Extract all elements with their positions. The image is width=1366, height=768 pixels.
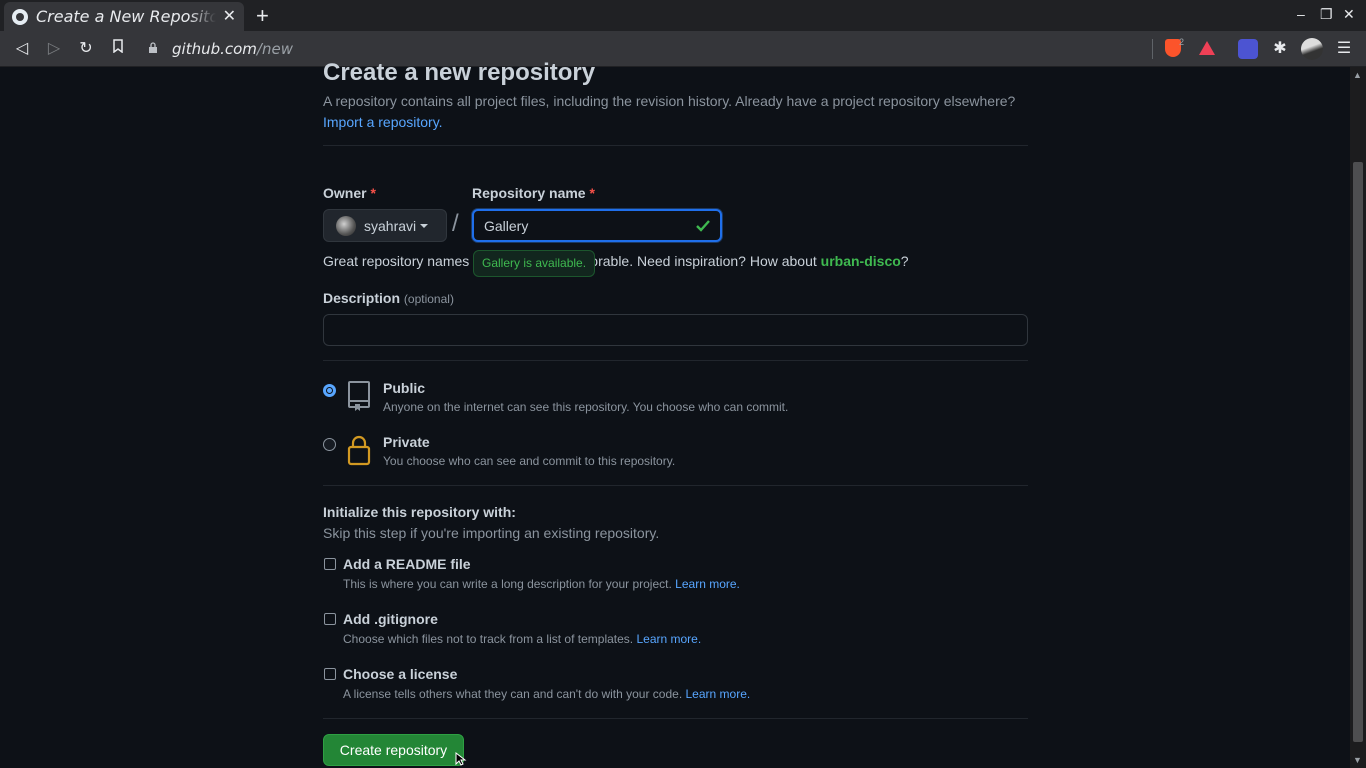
owner-name: syahravi [364, 217, 417, 234]
new-tab-icon[interactable]: + [256, 3, 269, 29]
forward-icon[interactable]: ▷ [43, 38, 65, 60]
public-title: Public [383, 380, 426, 396]
divider [323, 718, 1028, 719]
browser-tab-bar: Create a New Repository ✕ + – ❐ ✕ [0, 0, 1366, 31]
page-scrollbar[interactable]: ▲ ▼ [1350, 67, 1366, 768]
github-icon [12, 8, 28, 25]
scroll-up-icon[interactable]: ▲ [1353, 70, 1362, 80]
bookmark-icon[interactable] [107, 38, 129, 60]
public-description: Anyone on the internet can see this repo… [383, 400, 789, 414]
scrollbar-thumb[interactable] [1353, 162, 1363, 742]
minimize-icon[interactable]: – [1297, 6, 1305, 22]
repository-name-input[interactable]: Gallery [472, 209, 722, 242]
divider [323, 145, 1028, 146]
repository-name-value: Gallery [484, 217, 529, 234]
lock-icon [347, 435, 371, 466]
mouse-cursor-icon [455, 752, 467, 766]
extension-icon[interactable] [1238, 39, 1258, 59]
repository-name-hint: Great repository names orable. Need inspi… [323, 253, 909, 269]
page-title: Create a new repository [323, 59, 596, 86]
lock-icon [148, 42, 162, 56]
lead-text: A repository contains all project files,… [323, 93, 1016, 109]
menu-icon[interactable]: ☰ [1333, 38, 1355, 60]
create-repository-button[interactable]: Create repository [323, 734, 464, 766]
description-label: Description (optional) [323, 290, 454, 306]
divider [323, 485, 1028, 486]
owner-label: Owner * [323, 185, 376, 201]
gitignore-description: Choose which files not to track from a l… [343, 632, 702, 646]
private-title: Private [383, 434, 430, 450]
browser-toolbar: ◁ ▷ ↻ github.com/new 2 ✱ ☰ [0, 31, 1366, 67]
description-input[interactable] [323, 314, 1028, 346]
avatar [336, 215, 356, 236]
close-window-icon[interactable]: ✕ [1343, 6, 1355, 23]
owner-dropdown[interactable]: syahravi [323, 209, 447, 242]
initialize-title: Initialize this repository with: [323, 504, 516, 520]
owner-separator: / [452, 210, 459, 237]
scroll-down-icon[interactable]: ▼ [1353, 755, 1362, 765]
close-tab-icon[interactable]: ✕ [223, 6, 236, 26]
address-bar[interactable]: github.com/new [148, 36, 1148, 62]
check-icon [696, 219, 710, 232]
browser-tab[interactable]: Create a New Repository ✕ [4, 2, 244, 31]
learn-more-link[interactable]: Learn more. [636, 632, 701, 646]
extensions-puzzle-icon[interactable]: ✱ [1269, 38, 1291, 60]
repository-name-label: Repository name * [472, 185, 595, 201]
toolbar-divider [1152, 39, 1153, 59]
initialize-subtitle: Skip this step if you're importing an ex… [323, 525, 660, 541]
back-icon[interactable]: ◁ [11, 38, 33, 60]
divider [323, 360, 1028, 361]
maximize-icon[interactable]: ❐ [1320, 6, 1333, 23]
learn-more-link[interactable]: Learn more. [675, 577, 740, 591]
readme-title: Add a README file [343, 556, 471, 572]
repo-icon [348, 381, 370, 411]
import-repository-link[interactable]: Import a repository. [323, 114, 443, 130]
caret-down-icon [420, 223, 429, 228]
reload-icon[interactable]: ↻ [75, 38, 97, 60]
license-checkbox[interactable] [324, 668, 336, 680]
private-radio[interactable] [323, 438, 336, 451]
license-title: Choose a license [343, 666, 458, 682]
private-description: You choose who can see and commit to thi… [383, 454, 676, 468]
brave-badge: 2 [1179, 37, 1185, 47]
gitignore-title: Add .gitignore [343, 611, 438, 627]
availability-tooltip: Gallery is available. [473, 250, 596, 277]
brave-rewards-icon[interactable] [1199, 41, 1215, 55]
readme-description: This is where you can write a long descr… [343, 577, 740, 591]
page-lead: A repository contains all project files,… [323, 91, 1028, 133]
profile-avatar[interactable] [1301, 38, 1323, 60]
readme-checkbox[interactable] [324, 558, 336, 570]
gitignore-checkbox[interactable] [324, 613, 336, 625]
license-description: A license tells others what they can and… [343, 687, 751, 701]
tab-title: Create a New Repository [36, 7, 216, 26]
url-text: github.com/new [172, 40, 293, 58]
public-radio[interactable] [323, 384, 336, 397]
suggestion-link[interactable]: urban-disco [821, 253, 901, 269]
learn-more-link[interactable]: Learn more. [686, 687, 751, 701]
